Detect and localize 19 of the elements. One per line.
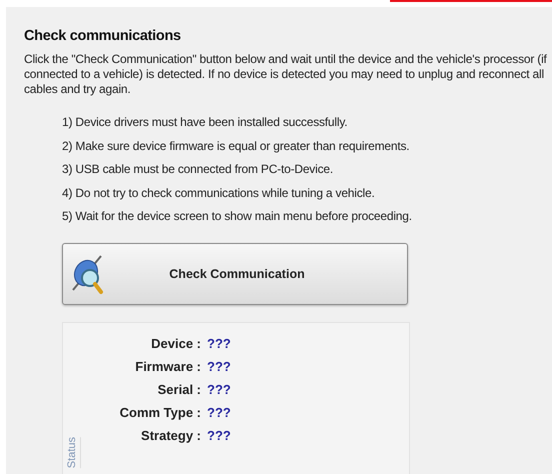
field-value: ??? [207, 358, 231, 376]
field-value: ??? [207, 381, 231, 399]
instruction-step: 1) Device drivers must have been installed successfully. [62, 114, 552, 130]
instruction-step: 3) USB cable must be connected from PC-to-Device. [62, 161, 552, 177]
status-title: Status [66, 436, 81, 468]
check-communication-button[interactable]: Check Communication [62, 243, 408, 305]
field-label: Firmware : [134, 358, 201, 376]
field-value: ??? [207, 404, 231, 422]
field-value: ??? [207, 427, 231, 445]
field-label: Serial : [156, 381, 201, 399]
intro-paragraph: Click the "Check Communication" button below and wait until the device and the vehicle's processor (if connected to a vehicle) is detected. If no device is detected you may need to unplug and reconnect all cables and try again. [24, 52, 548, 97]
instruction-step: 4) Do not try to check communications while tuning a vehicle. [62, 184, 552, 200]
field-label: Comm Type : [118, 404, 201, 422]
field-label: Device : [150, 335, 201, 353]
instruction-step: 2) Make sure device firmware is equal or greater than requirements. [62, 138, 552, 154]
instruction-step: 5) Wait for the device screen to show main menu before proceeding. [62, 208, 552, 224]
field-label: Strategy : [140, 427, 201, 445]
section-heading: Check communications [24, 28, 182, 44]
field-value: ??? [207, 335, 231, 353]
